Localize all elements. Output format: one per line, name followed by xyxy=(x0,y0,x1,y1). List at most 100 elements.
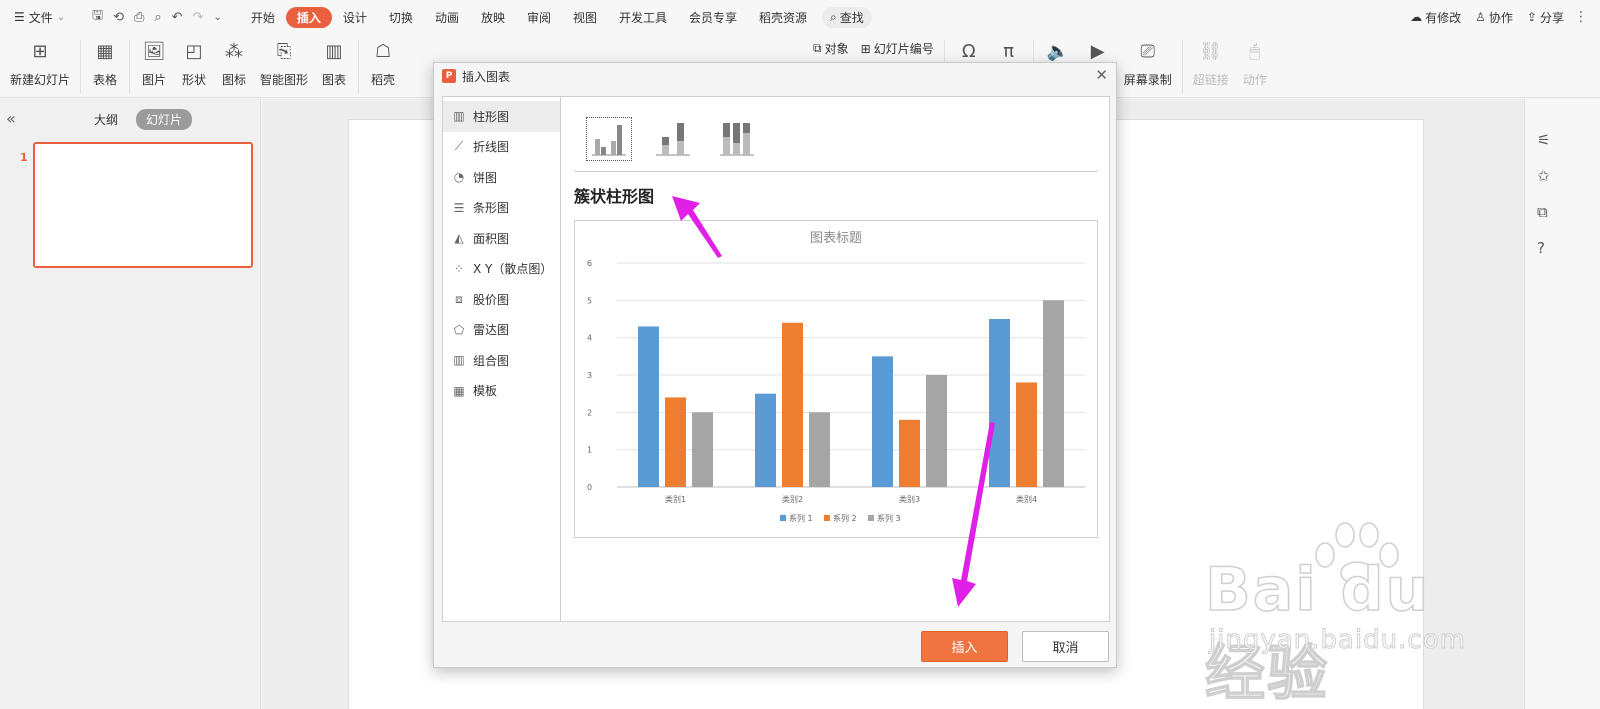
divider xyxy=(80,40,82,94)
chart-title: 图表标题 xyxy=(810,231,862,246)
chart-type-combo[interactable]: ▥ 组合图 xyxy=(443,345,560,376)
format-painter-icon[interactable]: ⟲ xyxy=(113,10,124,25)
template-icon: ▦ xyxy=(453,383,465,398)
pie-chart-icon: ◔ xyxy=(453,170,465,185)
cancel-button[interactable]: 取消 xyxy=(1022,631,1109,662)
hyperlink-button[interactable]: ⛓ 超链接 xyxy=(1187,38,1235,88)
chart-bar xyxy=(692,412,713,487)
docer-button[interactable]: ☖ 稻壳 xyxy=(363,38,403,88)
tab-slideshow[interactable]: 放映 xyxy=(470,7,516,28)
redo-icon[interactable]: ↷ xyxy=(193,10,204,25)
chart-bar xyxy=(809,412,830,487)
screen-record-icon: ⎚ xyxy=(1140,40,1155,62)
tab-slides[interactable]: 幻灯片 xyxy=(136,109,193,130)
screen-record-label: 屏幕录制 xyxy=(1123,73,1172,87)
chart-type-line[interactable]: ⟋ 折线图 xyxy=(443,132,560,163)
speaker-icon: 🔈 xyxy=(1046,40,1069,62)
chart-bar xyxy=(1043,300,1064,487)
chart-type-area[interactable]: ◭ 面积图 xyxy=(443,223,560,254)
shape-button[interactable]: ◰ 形状 xyxy=(174,38,214,88)
tab-member[interactable]: 会员专享 xyxy=(678,7,748,28)
chart-type-label: 折线图 xyxy=(473,140,510,155)
scatter-chart-icon: ⁘ xyxy=(453,261,465,276)
tab-review[interactable]: 审阅 xyxy=(516,7,562,28)
chart-type-scatter[interactable]: ⁘ X Y（散点图） xyxy=(443,254,560,285)
more-icon[interactable]: ⋮ xyxy=(1574,9,1588,25)
subtype-stacked-column[interactable] xyxy=(650,117,696,161)
properties-icon[interactable]: ⚟ xyxy=(1537,131,1550,149)
symbol-button[interactable]: Ω xyxy=(949,38,989,64)
search-box[interactable]: ⌕ 查找 xyxy=(822,6,872,28)
tab-insert[interactable]: 插入 xyxy=(285,6,332,28)
collaborate-label: 协作 xyxy=(1488,10,1513,25)
icon-label: 图标 xyxy=(222,73,247,87)
share-button[interactable]: ⇪ 分享 xyxy=(1527,9,1564,26)
modified-status[interactable]: ☁ 有修改 xyxy=(1410,9,1461,26)
tab-view[interactable]: 视图 xyxy=(562,7,608,28)
chart-type-label: 雷达图 xyxy=(473,323,510,338)
chart-type-column[interactable]: ▥ 柱形图 xyxy=(443,101,560,132)
close-icon[interactable]: ✕ xyxy=(1095,66,1108,84)
chart-type-stock[interactable]: ⧈ 股价图 xyxy=(443,284,560,315)
help-icon[interactable]: ? xyxy=(1537,239,1545,257)
tab-home[interactable]: 开始 xyxy=(240,7,286,28)
object-label: 对象 xyxy=(824,42,849,56)
legend-label: 系列 2 xyxy=(833,513,857,523)
table-button[interactable]: ▦ 表格 xyxy=(85,38,125,88)
customize-icon[interactable]: ⌄ xyxy=(213,12,221,23)
tab-outline[interactable]: 大纲 xyxy=(84,109,128,130)
subtype-clustered-column[interactable] xyxy=(586,117,632,161)
subtype-percent-stacked-column[interactable] xyxy=(714,117,760,161)
save-icon[interactable]: 🖫 xyxy=(92,6,103,28)
tab-transition[interactable]: 切换 xyxy=(378,7,424,28)
print-icon[interactable]: ⎙ xyxy=(134,10,144,25)
object-button[interactable]: ⧉ 对象 xyxy=(813,40,849,57)
file-menu[interactable]: ☰ 文件 ⌄ xyxy=(0,9,84,26)
chart-button[interactable]: ▥ 图表 xyxy=(314,38,354,88)
print-preview-icon[interactable]: ⌕ xyxy=(154,10,161,25)
area-chart-icon: ◭ xyxy=(454,231,464,246)
divider xyxy=(1181,40,1183,94)
dialog-title: 插入图表 xyxy=(462,69,511,84)
collapse-panel-icon[interactable]: « xyxy=(6,109,16,128)
chart-bar xyxy=(926,375,947,487)
undo-icon[interactable]: ↶ xyxy=(172,10,183,25)
screen-record-button[interactable]: ⎚ 屏幕录制 xyxy=(1118,38,1178,88)
picture-button[interactable]: 🖼 图片 xyxy=(134,38,174,88)
chart-type-list: ▥ 柱形图 ⟋ 折线图 ◔ 饼图 ☰ 条形图 ◭ 面积图 ⁘ X Y（散点图） ⧈ 股价图 ⬠… xyxy=(443,97,561,621)
insert-button[interactable]: 插入 xyxy=(921,631,1008,662)
chart-preview-pane: 簇状柱形图 图表标题 0 1 2 3 4 5 6 类别1 类别2 类别3 类别4 系列 1 系列 2… xyxy=(562,97,1109,621)
chart-y-tick-label: 0 xyxy=(587,483,592,492)
action-button[interactable]: 🖱 动作 xyxy=(1235,38,1275,88)
object-group: ⧉ 对象 xyxy=(807,38,855,57)
chart-type-pie[interactable]: ◔ 饼图 xyxy=(443,162,560,193)
search-label: 查找 xyxy=(839,10,864,25)
bar-chart-icon: ▥ xyxy=(325,40,343,62)
divider xyxy=(129,40,131,94)
slide-panel: « 大纲 幻灯片 1 xyxy=(0,99,261,709)
chart-label: 图表 xyxy=(322,73,347,87)
icon-button[interactable]: ⁂ 图标 xyxy=(214,38,254,88)
tab-animation[interactable]: 动画 xyxy=(424,7,470,28)
chart-type-bar[interactable]: ☰ 条形图 xyxy=(443,193,560,224)
tab-design[interactable]: 设计 xyxy=(332,7,378,28)
equation-button[interactable]: π xyxy=(989,38,1029,64)
pin-icon[interactable]: ✩ xyxy=(1537,167,1550,185)
collaborate-button[interactable]: ♙ 协作 xyxy=(1475,9,1513,26)
chart-bar xyxy=(665,397,686,487)
new-slide-button[interactable]: ⊞ 新建幻灯片 xyxy=(0,38,76,88)
tab-developer[interactable]: 开发工具 xyxy=(608,7,678,28)
smartart-button[interactable]: ⎘ 智能图形 xyxy=(254,38,314,88)
chart-type-label: 面积图 xyxy=(473,231,510,246)
share-icon: ⇪ xyxy=(1526,10,1537,24)
mouse-icon: 🖱 xyxy=(1249,40,1261,62)
chart-type-radar[interactable]: ⬠ 雷达图 xyxy=(443,315,560,346)
tab-docer-resources[interactable]: 稻壳资源 xyxy=(748,7,818,28)
quick-access-toolbar: 🖫 ⟲ ⎙ ⌕ ↶ ↷ ⌄ xyxy=(84,6,222,28)
chart-y-tick-label: 4 xyxy=(587,334,592,343)
layout-icon[interactable]: ⧉ xyxy=(1537,203,1548,221)
slide-thumbnail[interactable] xyxy=(33,142,253,268)
chart-type-template[interactable]: ▦ 模板 xyxy=(443,376,560,407)
chart-type-label: X Y（散点图） xyxy=(473,262,553,277)
slide-number-button[interactable]: ⊞ 幻灯片编号 xyxy=(861,40,934,57)
